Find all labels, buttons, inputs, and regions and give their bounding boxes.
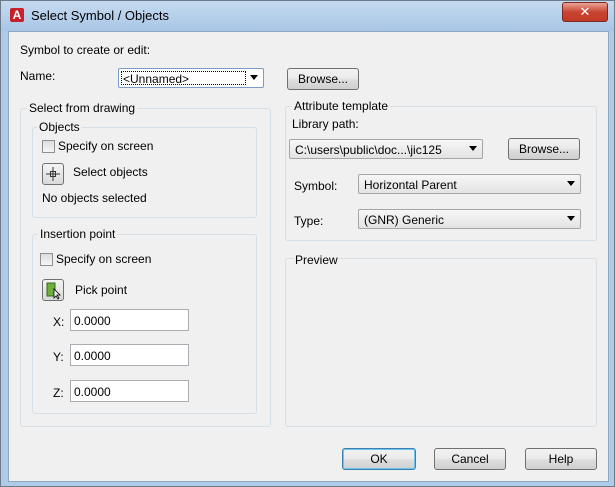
x-label: X: (53, 315, 65, 329)
library-path-value: C:\users\public\doc...\jic125 (295, 143, 442, 157)
select-from-drawing-group: Select from drawing Objects Specify on s… (20, 101, 271, 427)
browse-symbol-button[interactable]: Browse... (287, 68, 359, 90)
type-value: (GNR) Generic (364, 213, 445, 227)
library-path-combobox[interactable]: C:\users\public\doc...\jic125 (289, 139, 483, 159)
insertion-specify-checkbox[interactable] (40, 253, 53, 266)
pick-point-label: Pick point (75, 283, 128, 297)
name-label: Name: (20, 69, 56, 83)
dialog-body: Symbol to create or edit: Name: <Unnamed… (8, 31, 609, 482)
window-title: Select Symbol / Objects (31, 8, 169, 23)
close-button[interactable]: ✕ (562, 2, 608, 22)
name-combobox[interactable]: <Unnamed> (118, 68, 264, 88)
cancel-button[interactable]: Cancel (434, 448, 506, 470)
attribute-template-group: Attribute template Library path: C:\user… (285, 99, 597, 241)
z-input[interactable]: 0.0000 (70, 380, 189, 402)
symbol-heading: Symbol to create or edit: (20, 43, 151, 57)
select-objects-button[interactable] (42, 163, 64, 185)
browse-library-button[interactable]: Browse... (508, 138, 580, 160)
y-value: 0.0000 (74, 349, 111, 363)
objects-group: Objects Specify on screen Select objects… (32, 120, 257, 218)
dialog-window: A Select Symbol / Objects ✕ Symbol to cr… (0, 0, 615, 487)
symbol-combobox[interactable]: Horizontal Parent (358, 174, 581, 194)
pick-point-button[interactable] (42, 279, 64, 301)
chevron-down-icon (567, 181, 575, 186)
type-label: Type: (294, 214, 324, 228)
insertion-specify-label: Specify on screen (56, 252, 152, 266)
objects-specify-checkbox[interactable] (42, 140, 55, 153)
chevron-down-icon (250, 75, 258, 80)
z-label: Z: (53, 386, 64, 400)
help-button[interactable]: Help (525, 448, 597, 470)
chevron-down-icon (469, 146, 477, 151)
y-input[interactable]: 0.0000 (70, 344, 189, 366)
symbol-label: Symbol: (294, 179, 338, 193)
title-bar[interactable]: A Select Symbol / Objects ✕ (1, 1, 614, 31)
name-value: <Unnamed> (123, 72, 190, 86)
type-combobox[interactable]: (GNR) Generic (358, 209, 581, 229)
autocad-app-icon: A (10, 8, 24, 22)
preview-group: Preview (285, 253, 597, 427)
library-path-label: Library path: (292, 117, 359, 131)
crosshair-icon (46, 167, 60, 181)
x-input[interactable]: 0.0000 (70, 309, 189, 331)
ok-button[interactable]: OK (342, 448, 416, 470)
objects-status: No objects selected (42, 191, 147, 205)
y-label: Y: (53, 350, 64, 364)
select-objects-label: Select objects (73, 165, 148, 179)
insertion-point-title: Insertion point (38, 227, 118, 241)
preview-title: Preview (294, 253, 339, 267)
x-value: 0.0000 (74, 314, 111, 328)
select-from-drawing-title: Select from drawing (27, 101, 138, 115)
chevron-down-icon (567, 216, 575, 221)
attribute-template-title: Attribute template (292, 99, 391, 113)
objects-title: Objects (37, 120, 82, 134)
objects-specify-label: Specify on screen (58, 139, 154, 153)
symbol-value: Horizontal Parent (364, 178, 457, 192)
pick-point-icon (46, 282, 61, 300)
z-value: 0.0000 (74, 385, 111, 399)
insertion-point-group: Insertion point Specify on screen Pick p… (32, 227, 257, 414)
